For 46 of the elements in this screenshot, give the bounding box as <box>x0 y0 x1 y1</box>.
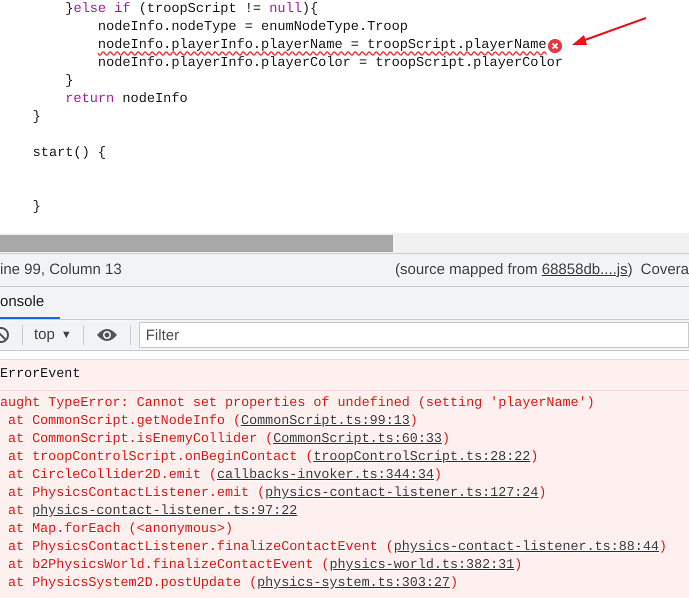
code-text: ){ <box>302 0 318 19</box>
cursor-position: ine 99, Column 13 <box>0 260 122 280</box>
stack-frame: at PhysicsContactListener.finalizeContactEvent (physics-contact-listener.ts:88:44) <box>0 539 667 557</box>
source-link[interactable]: troopControlScript.ts:28:22 <box>313 450 530 465</box>
horizontal-scrollbar[interactable] <box>0 233 689 253</box>
code-text: else if <box>73 0 131 19</box>
code-text: start() { <box>32 144 106 163</box>
source-link[interactable]: 68858db....js <box>542 260 628 278</box>
code-text: nodeInfo.nodeType = enumNodeType.Troop <box>98 18 408 37</box>
code-text: } <box>65 72 74 91</box>
stack-frame: at CommonScript.getNodeInfo (CommonScript.ts:99:13) <box>0 413 418 431</box>
code-text: return <box>65 90 114 109</box>
console-message: ErrorEvent <box>0 359 689 391</box>
source-link[interactable]: physics-system.ts:303:27 <box>257 576 450 591</box>
scrollbar-thumb[interactable] <box>0 234 393 252</box>
code-text: (troopScript != <box>138 0 262 19</box>
source-link[interactable]: physics-contact-listener.ts:88:44 <box>394 540 659 555</box>
source-link[interactable]: CommonScript.ts:60:33 <box>273 432 442 447</box>
source-link[interactable]: CommonScript.ts:99:13 <box>241 414 410 429</box>
source-link[interactable]: physics-contact-listener.ts:97:22 <box>32 504 298 519</box>
code-text: nodeInfo.playerInfo.playerColor = troopScript.playerColor <box>98 54 563 73</box>
code-text: nodeInfo <box>122 90 188 109</box>
code-text: } <box>65 0 74 19</box>
source-link[interactable]: callbacks-invoker.ts:344:34 <box>216 468 434 483</box>
stack-frame: at CommonScript.isEnemyCollider (CommonScript.ts:60:33) <box>0 431 450 449</box>
stack-frame: at PhysicsSystem2D.postUpdate (physics-system.ts:303:27) <box>0 575 458 593</box>
filter-field[interactable]: Filter <box>138 322 689 348</box>
clear-console-icon[interactable] <box>0 326 10 344</box>
context-dropdown[interactable]: top ▼ <box>23 324 83 346</box>
code-text: } <box>32 108 41 127</box>
stack-frame: at Map.forEach (<anonymous>) <box>0 521 233 539</box>
error-icon <box>548 39 562 53</box>
code-text: null <box>269 0 302 19</box>
error-text: aught TypeError: Cannot set properties of undefined (setting 'playerName') <box>0 395 595 413</box>
eye-icon[interactable] <box>96 328 118 342</box>
source-map-text: (source mapped from 68858db....js) <box>395 260 633 280</box>
source-link[interactable]: physics-world.ts:382:31 <box>329 558 514 573</box>
stack-frame: at physics-contact-listener.ts:97:22 <box>0 503 298 521</box>
stack-frame: at CircleCollider2D.emit (callbacks-invoker.ts:344:34) <box>0 467 442 485</box>
source-link[interactable]: physics-contact-listener.ts:127:24 <box>265 486 538 501</box>
code-text: } <box>32 198 41 217</box>
coverage-label: Covera <box>640 260 689 280</box>
stack-frame: at PhysicsContactListener.emit (physics-contact-listener.ts:127:24) <box>0 485 546 503</box>
stack-frame: at troopControlScript.onBeginContact (troopControlScript.ts:28:22) <box>0 449 538 467</box>
stack-frame: at b2PhysicsWorld.finalizeContactEvent (physics-world.ts:382:31) <box>0 557 522 575</box>
error-code-text: nodeInfo.playerInfo.playerName = troopScript.playerName <box>98 36 547 55</box>
